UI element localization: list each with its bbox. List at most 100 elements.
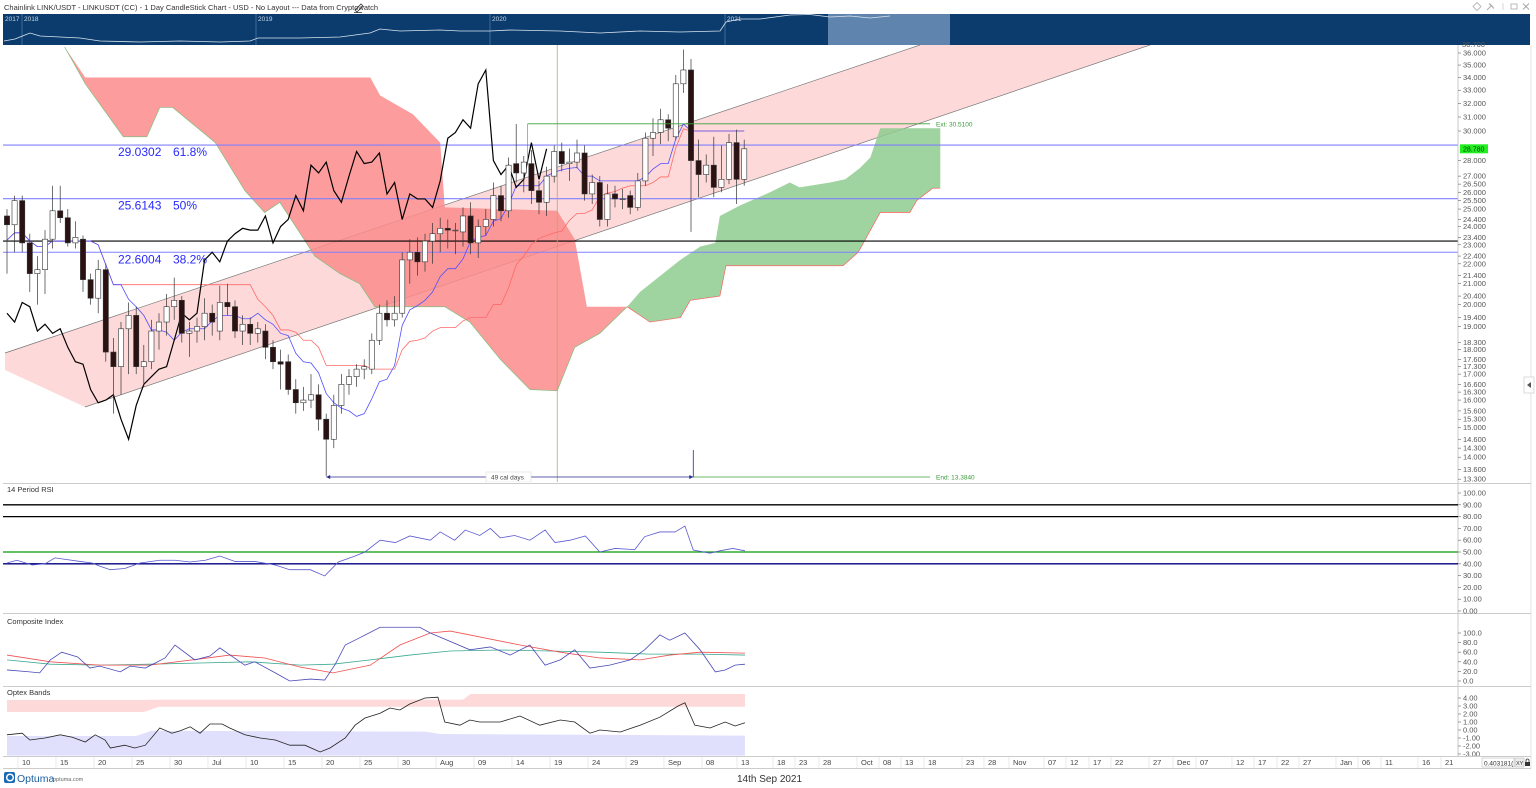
price-axis-label: 22.000 (1463, 259, 1486, 268)
collapse-panel-button[interactable] (1523, 376, 1535, 394)
rsi-line (6, 525, 746, 577)
candle-body (384, 312, 390, 321)
candle-body (475, 226, 482, 244)
date-axis-label: 23 (966, 758, 974, 767)
price-axis[interactable]: 36.70036.00035.00034.00033.00032.00031.0… (1458, 40, 1488, 484)
candle (72, 221, 79, 249)
candle-body (657, 119, 664, 133)
date-axis-label: 09 (478, 758, 486, 767)
candle-body (300, 399, 307, 404)
navigator-year-label: 2020 (492, 16, 507, 23)
candle-body (353, 368, 360, 377)
axis-label: 10.00 (1463, 595, 1482, 604)
candle-body (490, 195, 497, 220)
candle (505, 157, 512, 218)
optex-bands-pane[interactable]: 4.003.002.001.000.00-1.00-2.00-3.00 (6, 694, 1480, 759)
rsi-pane[interactable]: 100.00 90.00 80.00 70.00 60.00 50.00 40.00 30.0… (3, 489, 1486, 616)
cursor-value: 0.403181( (1484, 761, 1514, 768)
lock-icon[interactable] (1525, 758, 1530, 766)
optex-pane-title: Optex Bands (7, 688, 51, 697)
chart-canvas[interactable]: Chainlink LINK/USDT - LINKUSDT (CC) - 1 … (0, 0, 1536, 788)
date-axis-label: 25 (136, 758, 144, 767)
candle-body (612, 193, 618, 200)
candle (346, 369, 352, 395)
candle (64, 209, 71, 247)
composite-slow-average (6, 649, 745, 666)
candle-body (308, 394, 314, 401)
date-axis-label: 21 (1445, 758, 1453, 767)
xy-toggle-button[interactable]: XY (1514, 757, 1525, 768)
candle-body (520, 161, 527, 174)
close-icon[interactable] (1522, 3, 1530, 10)
candle (277, 349, 284, 390)
candle-body (201, 312, 208, 327)
candle-body (186, 330, 193, 334)
candle-body (672, 83, 679, 138)
price-axis-label: 14.300 (1463, 444, 1486, 453)
candle (87, 273, 94, 305)
candle (596, 176, 603, 227)
axis-label: 20.0 (1463, 667, 1478, 676)
restore-icon[interactable] (1510, 3, 1518, 10)
candle-body (95, 269, 102, 299)
candle-body (64, 217, 71, 244)
date-axis-label: 08 (706, 758, 714, 767)
navigator-range-handle[interactable] (828, 14, 950, 45)
date-axis-label: Sep (668, 758, 681, 767)
price-pane[interactable]: Ext: 30.5100 End: 13.3840 49 cal days (3, 45, 1458, 482)
candle (19, 195, 26, 253)
candle-body (703, 164, 710, 175)
composite-index-pane[interactable]: 100.080.060.040.020.00.0 (6, 626, 1482, 686)
date-axis-label: 27 (1303, 758, 1311, 767)
candle-body (156, 321, 162, 332)
candle-body (118, 328, 124, 367)
candle-body (102, 269, 109, 353)
price-axis-label: 15.000 (1463, 423, 1486, 432)
date-axis-label: 22 (1115, 758, 1123, 767)
date-axis[interactable]: 10 15 20 25 30 Jul 10 15 20 25 30 Aug 09 14 19 24 29 Sep 0… (17, 757, 1453, 768)
date-axis-label: 10 (250, 758, 258, 767)
candle-body (254, 328, 261, 334)
navigator-year-label: 2017 (5, 16, 20, 23)
composite-fast-average (6, 630, 745, 674)
candle (300, 386, 307, 411)
candle (34, 256, 41, 305)
date-axis-label: 07 (1200, 758, 1208, 767)
date-axis-label: Oct (861, 758, 874, 767)
candle (49, 185, 56, 249)
candle (102, 263, 109, 362)
candle (330, 394, 337, 449)
date-axis-label: 29 (630, 758, 638, 767)
candle-body (543, 175, 550, 203)
candle-body (216, 302, 223, 332)
rsi-pane-title: 14 Period RSI (7, 485, 54, 494)
candle (399, 252, 406, 318)
candle-body (604, 193, 611, 220)
candle (323, 413, 330, 476)
price-axis-label: 23.000 (1463, 240, 1486, 249)
axis-label: 40.00 (1463, 559, 1482, 568)
candle-body (589, 182, 596, 195)
candle-body (688, 69, 694, 161)
axis-label: 0.00 (1463, 607, 1478, 616)
price-axis-label: 31.000 (1463, 112, 1486, 121)
date-axis-label: 28 (823, 758, 831, 767)
candle (672, 74, 679, 140)
candle (57, 185, 64, 223)
candle-body (163, 306, 170, 323)
candle-body (710, 164, 717, 188)
candle-body (460, 215, 466, 233)
date-axis-label: 30 (402, 758, 410, 767)
fibonacci-price-label: 29.0302 (118, 145, 162, 159)
axis-label: 50.00 (1463, 548, 1482, 557)
navigator[interactable]: 2017 2018 2019 2020 2021 (3, 14, 1530, 45)
candle-body (262, 330, 269, 348)
axis-label: 100.0 (1463, 629, 1482, 638)
date-axis-label: 13 (741, 758, 749, 767)
pin-icon[interactable] (1486, 3, 1495, 11)
candle-body (718, 179, 725, 188)
price-axis-label: 18.000 (1463, 345, 1486, 354)
diamond-icon[interactable] (1472, 1, 1482, 12)
date-axis-label: 20 (98, 758, 106, 767)
price-axis-label: 13.300 (1463, 475, 1486, 484)
